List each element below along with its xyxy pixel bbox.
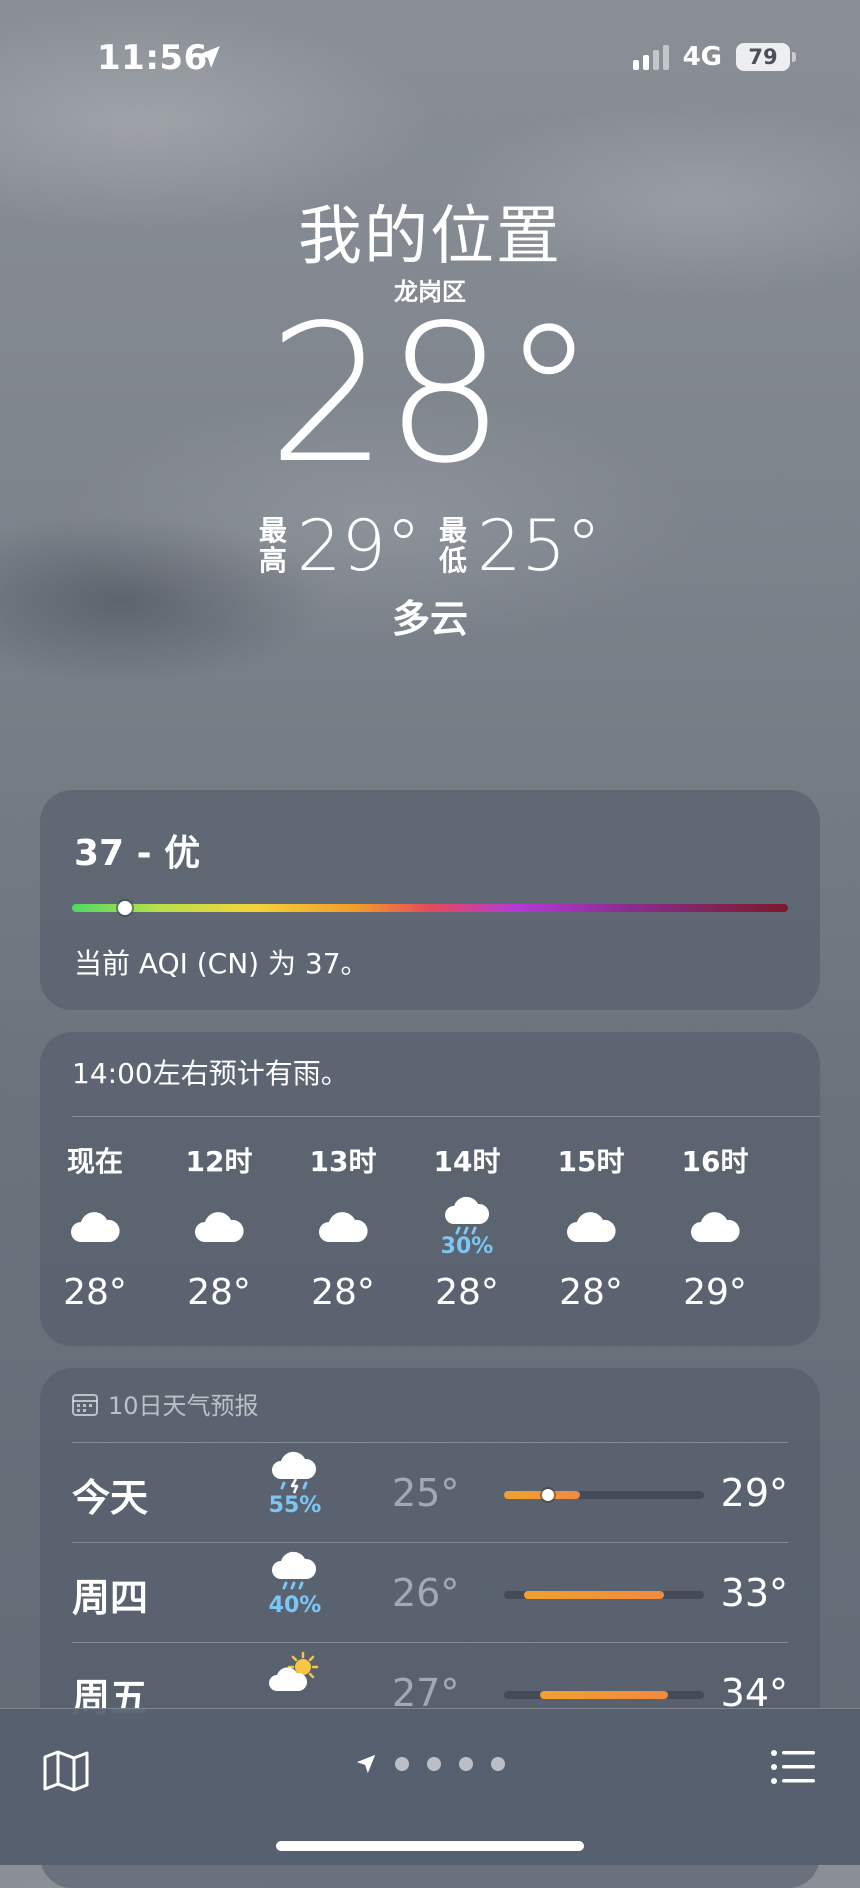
- ten-day-title: 10日天气预报: [108, 1392, 259, 1420]
- hour-item: 15时 28°: [536, 1140, 646, 1313]
- cloud-rain-icon: [445, 1196, 490, 1234]
- temp-range-bar: [504, 1489, 704, 1501]
- aqi-indicator: [117, 901, 132, 915]
- aqi-title: 37 - 优: [74, 833, 201, 874]
- home-indicator[interactable]: [276, 1841, 584, 1851]
- precip-chance: 55%: [268, 1493, 322, 1518]
- aqi-scale-bar: [72, 904, 788, 912]
- hour-temp: 28°: [63, 1272, 127, 1313]
- aqi-description: 当前 AQI (CN) 为 37。: [74, 947, 369, 980]
- hour-temp: 28°: [311, 1272, 375, 1313]
- day-name: 今天: [72, 1476, 149, 1520]
- page-dot[interactable]: [491, 1757, 505, 1771]
- status-right: 4G 79: [632, 42, 796, 72]
- temp-range-fill: [524, 1591, 664, 1599]
- page-dot[interactable]: [395, 1757, 409, 1771]
- hour-label: 12时: [185, 1145, 253, 1178]
- location-title: 我的位置: [298, 200, 562, 274]
- hour-item: 13时 28°: [288, 1140, 398, 1313]
- temp-range-bar: [504, 1591, 704, 1599]
- hour-item: 12时 28°: [164, 1140, 274, 1313]
- status-time: 11:56: [97, 38, 208, 78]
- weather-condition: 多云: [391, 597, 468, 641]
- ten-day-header: 10日天气预报: [72, 1386, 259, 1421]
- calendar-icon: [72, 1393, 98, 1416]
- cloud-icon: [691, 1212, 740, 1242]
- location-arrow-icon: [198, 46, 220, 68]
- page-dot[interactable]: [459, 1757, 473, 1771]
- cloud-icon: [319, 1212, 368, 1242]
- temp-range-fill: [540, 1691, 668, 1699]
- hour-label: 16时: [681, 1145, 749, 1178]
- hour-label: 14时: [433, 1145, 501, 1178]
- temp-range-bar: [504, 1691, 704, 1699]
- day-name: 周四: [72, 1576, 149, 1620]
- cloud-icon: [567, 1212, 616, 1242]
- network-type: 4G: [682, 42, 722, 72]
- hour-item: 16时 29°: [660, 1140, 770, 1313]
- day-row[interactable]: 周四 40% 26° 33°: [72, 1542, 788, 1643]
- day-row[interactable]: 今天 55% 25° 29°: [72, 1442, 788, 1543]
- hour-temp: 28°: [559, 1272, 623, 1313]
- battery-level: 79: [748, 45, 778, 69]
- bottom-toolbar: [0, 1708, 860, 1865]
- high-temp: 29°: [296, 505, 421, 587]
- cloud-icon: [71, 1212, 120, 1242]
- hourly-forecast-card[interactable]: 14:00左右预计有雨。 现在 28° 12时 28° 13时 28° 14时 …: [40, 1032, 820, 1346]
- location-arrow-icon: [356, 1754, 376, 1774]
- current-temp-dot: [542, 1489, 554, 1501]
- signal-icon: [632, 44, 669, 70]
- cloud-rain-icon: [272, 1551, 317, 1590]
- high-low: 最高 29° 最低 25°: [0, 505, 860, 587]
- low-temp: 25°: [477, 505, 602, 587]
- day-high: 33°: [720, 1571, 788, 1615]
- day-low: 26°: [392, 1571, 460, 1615]
- low-label: 最低: [439, 514, 468, 577]
- current-temperature: 28°: [267, 284, 597, 505]
- thunderstorm-rain-icon: [272, 1451, 317, 1494]
- hour-label: 15时: [557, 1145, 625, 1178]
- high-label: 最高: [258, 514, 287, 577]
- page-dot[interactable]: [427, 1757, 441, 1771]
- hour-temp: 28°: [187, 1272, 251, 1313]
- cloud-icon: [195, 1212, 244, 1242]
- list-icon[interactable]: [770, 1749, 816, 1785]
- hour-temp: 28°: [435, 1272, 499, 1313]
- partly-sunny-icon: [269, 1651, 319, 1691]
- precip-chance: 40%: [268, 1593, 322, 1618]
- battery-icon: 79: [736, 43, 796, 71]
- hour-label: 现在: [66, 1145, 123, 1178]
- divider: [72, 1116, 820, 1117]
- hour-item: 现在 28°: [40, 1140, 150, 1313]
- day-low: 25°: [392, 1471, 460, 1515]
- day-high: 29°: [720, 1471, 788, 1515]
- hour-label: 13时: [309, 1145, 377, 1178]
- page-indicator[interactable]: [0, 1753, 860, 1775]
- hour-item: 14时 30% 28°: [412, 1140, 522, 1313]
- aqi-card[interactable]: 37 - 优 当前 AQI (CN) 为 37。: [40, 790, 820, 1010]
- precip-chance: 30%: [440, 1233, 494, 1259]
- hourly-summary: 14:00左右预计有雨。: [72, 1057, 349, 1090]
- hour-temp: 29°: [683, 1272, 747, 1313]
